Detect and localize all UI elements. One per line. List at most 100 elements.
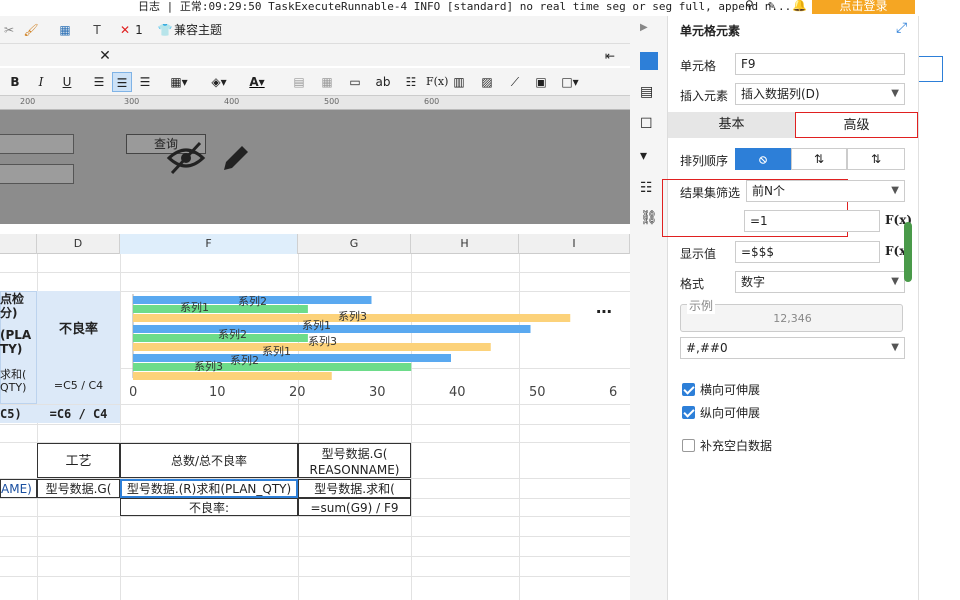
cell-d-formula-1[interactable]: =C5 / C4 [37, 368, 120, 404]
insert-element-select[interactable]: 插入数据列(D) ▼ [735, 83, 905, 105]
ruler-mark: 600 [424, 97, 440, 106]
bar-group2-1[interactable] [133, 325, 531, 333]
column-header-i[interactable]: I [519, 234, 630, 254]
bar-group3-2[interactable] [133, 363, 412, 371]
slash-icon[interactable]: ⟋ [506, 72, 524, 92]
close-tab-icon[interactable]: ✕ [98, 46, 112, 66]
hidden-eye-icon[interactable] [166, 140, 206, 176]
more-icon[interactable]: ⋯ [596, 302, 612, 321]
list-icon[interactable]: ☷ [402, 72, 420, 92]
fill-color-icon[interactable]: ◈▾ [206, 72, 232, 92]
v-expand-checkbox[interactable] [682, 406, 695, 419]
sort-desc-button[interactable]: ⇅ [847, 148, 905, 170]
border-icon[interactable]: ▦▾ [166, 72, 192, 92]
param-input-1[interactable] [0, 134, 74, 154]
chevron-down-icon: ▼ [891, 342, 899, 353]
underline-button[interactable]: U [60, 72, 74, 92]
filter-select[interactable]: 前N个 ▼ [746, 180, 905, 202]
h-expand-checkbox[interactable] [682, 383, 695, 396]
param-input-2[interactable] [0, 164, 74, 184]
panel-scrollbar[interactable] [904, 222, 912, 282]
column-header-c[interactable] [0, 234, 37, 254]
bar-chart[interactable]: 系列2系列1系列3系列1系列2系列3系列1系列2系列30 10 20 30 40 50 6 [130, 294, 630, 404]
ab-button[interactable]: ab [374, 72, 392, 92]
display-value-field[interactable]: =$$$ [735, 241, 880, 263]
sort-none-button[interactable]: ⦸ [735, 148, 791, 170]
h-expand-label: 横向可伸展 [700, 383, 761, 397]
more-border-icon[interactable]: □▾ [558, 72, 582, 92]
align-left-icon[interactable]: ☰ [90, 72, 108, 92]
pattern-select[interactable]: #,##0 ▼ [680, 337, 905, 359]
brush-icon[interactable]: 🖌 [22, 20, 40, 40]
bar-group3-1[interactable] [133, 354, 451, 362]
pencil-icon[interactable] [220, 142, 252, 174]
format-select[interactable]: 数字 ▼ [735, 271, 905, 293]
column-header-g[interactable]: G [298, 234, 411, 254]
panel-toggle-icon[interactable]: ⇤ [602, 46, 618, 66]
grid-icon[interactable]: ▦ [318, 72, 336, 92]
tab-strip: ✕ ⇤ [0, 44, 630, 66]
widget-icon[interactable]: ▾ [640, 148, 658, 166]
outer-right-strip [918, 16, 960, 600]
cell-bad-rate-formula[interactable]: =sum(G9) / F9 [298, 498, 411, 516]
compat-theme-button[interactable]: 兼容主题 [174, 20, 234, 40]
column-header-f[interactable]: F [120, 234, 298, 254]
cell-c-label-1: 点检 分) [0, 292, 25, 320]
edit-icon[interactable]: ✎ [768, 0, 775, 12]
panel-title: 单元格元素 [680, 24, 741, 38]
series-label: 系列2 [238, 294, 267, 308]
cell-name-field[interactable]: F9 [735, 53, 905, 75]
undo-close-icon[interactable]: ✕ [118, 20, 132, 40]
cell-d-bad-rate[interactable]: 不良率 [37, 291, 120, 368]
cell-process[interactable]: 工艺 [37, 443, 120, 478]
condition-icon[interactable]: ☷ [640, 180, 658, 198]
tab-basic[interactable]: 基本 [668, 112, 795, 138]
fill-blank-checkbox[interactable] [682, 439, 695, 452]
hyperlink-icon[interactable]: ⛓ [640, 210, 658, 228]
merge-icon[interactable]: ▤ [290, 72, 308, 92]
cell-total-rate[interactable]: 总数/总不良率 [120, 443, 298, 478]
cell-ame[interactable]: AME) [0, 479, 37, 498]
link-icon[interactable]: ▭ [346, 72, 364, 92]
column-header-h[interactable]: H [411, 234, 519, 254]
image-icon[interactable]: ▨ [478, 72, 496, 92]
formula-button[interactable]: F(x) [426, 72, 448, 92]
cell-g-sum[interactable]: 型号数据.求和( [298, 479, 411, 498]
align-right-icon[interactable]: ☰ [136, 72, 154, 92]
chart-icon[interactable]: ▥ [450, 72, 468, 92]
search-icon[interactable]: ⚲ [745, 0, 754, 12]
sub-report-icon[interactable]: ▣ [532, 72, 550, 92]
sort-asc-button[interactable]: ⇅ [791, 148, 847, 170]
cell-process-data[interactable]: 型号数据.G( [37, 479, 120, 498]
x-tick-label: 20 [289, 385, 306, 400]
italic-button[interactable]: I [34, 72, 48, 92]
login-button[interactable]: 点击登录 [812, 0, 915, 14]
cell-element-icon[interactable] [640, 52, 658, 70]
cell-bad-rate-label[interactable]: 不良率: [120, 498, 298, 516]
font-color-button[interactable]: A▾ [244, 72, 270, 92]
scissors-icon[interactable]: ✂ [0, 20, 18, 40]
x-tick-label: 30 [369, 385, 386, 400]
bar-group1-2[interactable] [133, 305, 308, 313]
text-icon[interactable]: T [90, 20, 104, 40]
x-tick-label: 50 [529, 385, 546, 400]
column-header-d[interactable]: D [37, 234, 120, 254]
cell-f9-selected[interactable]: 型号数据.(R)求和(PLAN_QTY) [120, 479, 298, 498]
table-icon[interactable]: ▦ [56, 20, 74, 40]
style-icon[interactable]: ☐ [640, 116, 658, 134]
bell-icon[interactable]: 🔔 [792, 0, 807, 12]
tab-advanced[interactable]: 高级 [795, 112, 918, 138]
parameter-pane: 查询 [0, 110, 630, 224]
bar-group3-3[interactable] [133, 372, 332, 380]
collapse-arrow-icon[interactable]: ▶ [640, 22, 658, 40]
display-label: 显示值 [680, 247, 717, 261]
bold-button[interactable]: B [8, 72, 22, 92]
side-dock: ▶ ▤ ☐ ▾ ☷ ⛓ [630, 16, 668, 600]
cell-g-header[interactable]: 型号数据.G( REASONNAME) [298, 443, 411, 478]
expand-icon[interactable]: ⤢ [896, 20, 907, 36]
align-center-icon[interactable]: ☰ [112, 72, 132, 92]
filter-n-field[interactable]: =1 [744, 210, 880, 232]
column-header: D F G H I [0, 234, 630, 254]
cell-d-formula-2[interactable]: =C6 / C4 [37, 405, 120, 423]
cell-attr-icon[interactable]: ▤ [640, 84, 658, 102]
